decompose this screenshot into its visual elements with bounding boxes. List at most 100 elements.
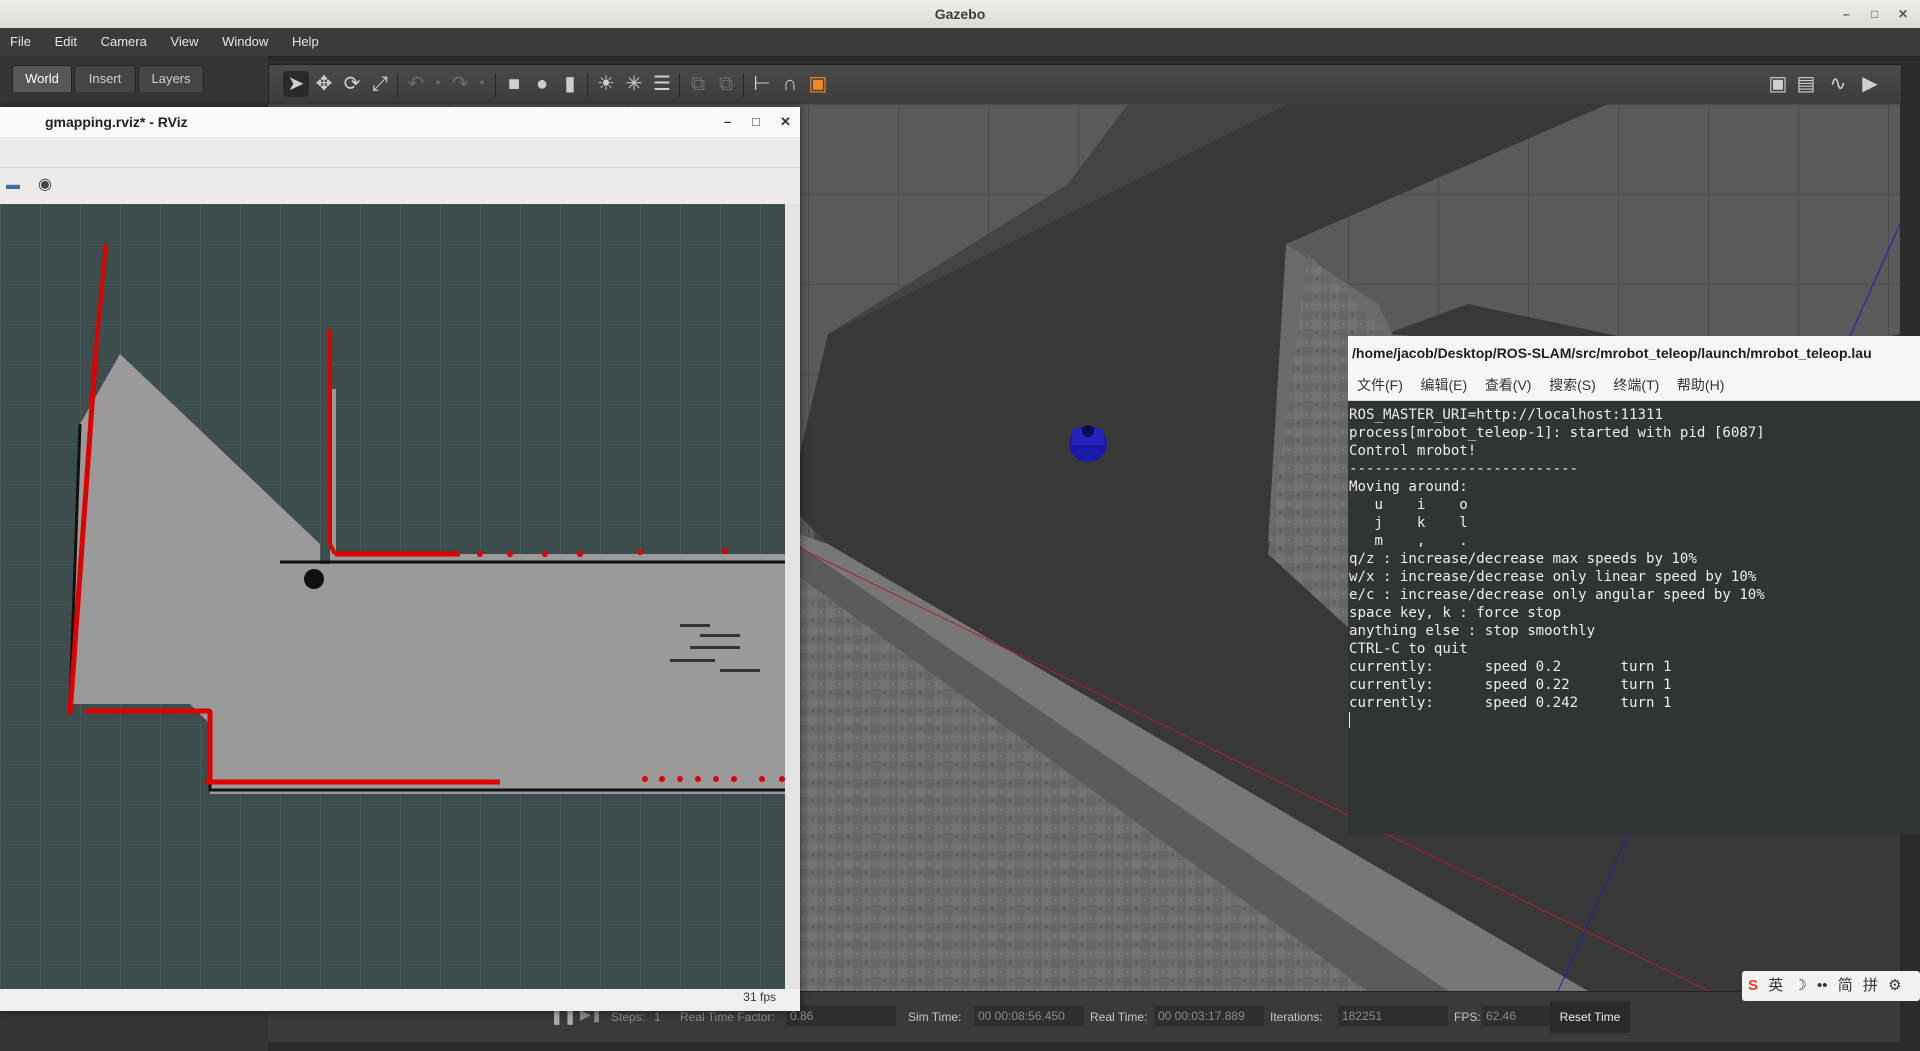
redo-dropdown-icon[interactable]: ▾ xyxy=(469,71,495,97)
gazebo-toolbar: ➤ ✥ ⟳ ⤢ ↶ ▾ ↷ ▾ ■ ● ▮ ☀ ✳ ☰ ⧉ ⧉ ⊢ ∩ ▣ ▣ … xyxy=(268,64,1902,106)
gazebo-menubar: File Edit Camera View Window Help xyxy=(0,28,1920,57)
align-icon[interactable]: ⊢ xyxy=(749,71,775,97)
terminal-line: q/z : increase/decrease max speeds by 10… xyxy=(1349,551,1697,567)
rviz-minimize-icon[interactable]: – xyxy=(724,107,731,137)
tab-insert[interactable]: Insert xyxy=(74,65,136,92)
rviz-title-bar: gmapping.rviz* - RViz – □ ✕ xyxy=(0,107,800,137)
terminal-menu-view[interactable]: 查看(V) xyxy=(1485,370,1532,400)
video-record-icon[interactable]: ▶ xyxy=(1857,71,1883,97)
iterations-value: 182251 xyxy=(1338,1006,1448,1026)
occupancy-grid-map xyxy=(0,204,785,989)
sphere-shape-icon[interactable]: ● xyxy=(529,71,555,97)
rviz-side-collapse[interactable] xyxy=(785,204,800,989)
point-light-icon[interactable]: ☀ xyxy=(593,71,619,97)
change-view-icon[interactable]: ▣ xyxy=(805,71,831,97)
directional-light-icon[interactable]: ☰ xyxy=(649,71,675,97)
translate-mode-icon[interactable]: ✥ xyxy=(311,71,337,97)
terminal-line: currently: speed 0.2 turn 1 xyxy=(1349,659,1672,675)
terminal-line: --------------------------- xyxy=(1349,461,1579,477)
terminal-line: Control mrobot! xyxy=(1349,443,1477,459)
terminal-window: /home/jacob/Desktop/ROS-SLAM/src/mrobot_… xyxy=(1348,336,1920,834)
terminal-title: /home/jacob/Desktop/ROS-SLAM/src/mrobot_… xyxy=(1352,345,1872,361)
reset-time-button[interactable]: Reset Time xyxy=(1550,1001,1630,1033)
ime-lang[interactable]: 英 xyxy=(1768,971,1783,1001)
spot-light-icon[interactable]: ✳ xyxy=(621,71,647,97)
terminal-line: ROS_MASTER_URI=http://localhost:11311 xyxy=(1349,407,1663,423)
terminal-line: anything else : stop smoothly xyxy=(1349,623,1596,639)
terminal-line: j k l xyxy=(1349,515,1468,531)
rviz-window: gmapping.rviz* - RViz – □ ✕ ▬ ◉ 31 fps xyxy=(0,107,800,1011)
tab-world[interactable]: World xyxy=(12,65,72,92)
rtf-value: 0.86 xyxy=(786,1006,896,1026)
terminal-line: process[mrobot_teleop-1]: started with p… xyxy=(1349,425,1765,441)
terminal-menubar: 文件(F) 编辑(E) 查看(V) 搜索(S) 终端(T) 帮助(H) xyxy=(1348,370,1920,401)
menu-help[interactable]: Help xyxy=(282,28,329,56)
robot-marker xyxy=(304,569,324,589)
punctuation-icon[interactable]: •• xyxy=(1817,971,1828,1001)
real-time-value: 00 00:03:17.889 xyxy=(1154,1006,1264,1026)
rtf-label: Real Time Factor: xyxy=(680,1010,775,1024)
sim-time-label: Sim Time: xyxy=(908,1010,962,1024)
terminal-line: currently: speed 0.22 turn 1 xyxy=(1349,677,1672,693)
terminal-menu-search[interactable]: 搜索(S) xyxy=(1549,370,1596,400)
fps-label: FPS: xyxy=(1454,1010,1481,1024)
rviz-title: gmapping.rviz* - RViz xyxy=(45,114,188,130)
menu-window[interactable]: Window xyxy=(212,28,278,56)
rotate-mode-icon[interactable]: ⟳ xyxy=(339,71,365,97)
terminal-menu-terminal[interactable]: 终端(T) xyxy=(1613,370,1659,400)
window-title: Gazebo xyxy=(934,6,986,22)
input-method-bar[interactable]: S 英 ☽ •• 简 拼 ⚙ xyxy=(1742,971,1920,1001)
close-icon[interactable]: ✕ xyxy=(1898,0,1908,28)
terminal-line: u i o xyxy=(1349,497,1468,513)
plot-icon[interactable]: ∿ xyxy=(1825,71,1851,97)
terminal-line: CTRL-C to quit xyxy=(1349,641,1468,657)
ime-simplified[interactable]: 简 xyxy=(1838,971,1853,1001)
select-mode-icon[interactable]: ➤ xyxy=(283,71,309,97)
terminal-title-bar: /home/jacob/Desktop/ROS-SLAM/src/mrobot_… xyxy=(1348,336,1920,370)
terminal-line: m , . xyxy=(1349,533,1468,549)
gazebo-title-bar: Gazebo – □ ✕ xyxy=(0,0,1920,28)
ime-pinyin[interactable]: 拼 xyxy=(1863,971,1878,1001)
scale-mode-icon[interactable]: ⤢ xyxy=(367,71,393,97)
box-shape-icon[interactable]: ■ xyxy=(501,71,527,97)
steps-value[interactable]: 1 xyxy=(654,1010,661,1024)
rviz-fps: 31 fps xyxy=(743,990,776,1004)
interact-tool-icon[interactable]: ▬ xyxy=(6,176,20,192)
screenshot-icon[interactable]: ▣ xyxy=(1765,71,1791,97)
menu-edit[interactable]: Edit xyxy=(45,28,87,56)
rviz-menubar xyxy=(0,137,800,168)
gear-icon[interactable]: ⚙ xyxy=(1888,971,1901,1001)
terminal-line: e/c : increase/decrease only angular spe… xyxy=(1349,587,1765,603)
terminal-menu-file[interactable]: 文件(F) xyxy=(1357,370,1403,400)
terminal-line: space key, k : force stop xyxy=(1349,605,1562,621)
terminal-menu-help[interactable]: 帮助(H) xyxy=(1677,370,1724,400)
sim-time-value: 00 00:08:56.450 xyxy=(974,1006,1084,1026)
eye-icon[interactable]: ◉ xyxy=(38,174,52,194)
steps-label: Steps: xyxy=(611,1010,646,1024)
terminal-line: currently: speed 0.242 turn 1 xyxy=(1349,695,1672,711)
sogou-logo-icon: S xyxy=(1748,977,1759,994)
terminal-menu-edit[interactable]: 编辑(E) xyxy=(1421,370,1468,400)
rviz-maximize-icon[interactable]: □ xyxy=(752,107,760,137)
paste-icon[interactable]: ⧉ xyxy=(713,71,739,97)
rviz-toolbar: ▬ ◉ xyxy=(0,168,800,205)
terminal-cursor xyxy=(1349,712,1350,728)
terminal-output[interactable]: ROS_MASTER_URI=http://localhost:11311pro… xyxy=(1348,406,1920,826)
tab-layers[interactable]: Layers xyxy=(138,65,204,92)
cylinder-shape-icon[interactable]: ▮ xyxy=(557,71,583,97)
log-icon[interactable]: ▤ xyxy=(1793,71,1819,97)
menu-view[interactable]: View xyxy=(160,28,208,56)
snap-icon[interactable]: ∩ xyxy=(777,71,803,97)
menu-file[interactable]: File xyxy=(0,28,41,56)
terminal-line: w/x : increase/decrease only linear spee… xyxy=(1349,569,1757,585)
moon-icon[interactable]: ☽ xyxy=(1793,971,1806,1001)
terminal-line: Moving around: xyxy=(1349,479,1468,495)
rviz-close-icon[interactable]: ✕ xyxy=(780,107,791,137)
maximize-icon[interactable]: □ xyxy=(1871,0,1878,28)
minimize-icon[interactable]: – xyxy=(1843,0,1850,28)
copy-icon[interactable]: ⧉ xyxy=(685,71,711,97)
robot-model[interactable] xyxy=(1069,425,1107,462)
menu-camera[interactable]: Camera xyxy=(91,28,157,56)
iterations-label: Iterations: xyxy=(1270,1010,1323,1024)
rviz-3d-view[interactable] xyxy=(0,204,785,989)
